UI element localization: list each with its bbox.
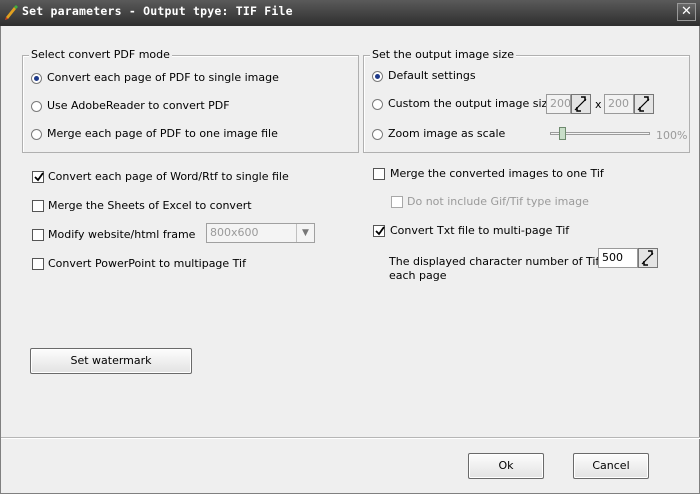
spin-arrows-icon <box>637 96 650 112</box>
app-pencil-icon <box>5 5 18 20</box>
pdf-merge-label: Merge each page of PDF to one image file <box>47 127 278 140</box>
txt-multipage-checkbox[interactable] <box>373 225 385 237</box>
close-button[interactable]: ✕ <box>677 3 696 21</box>
txt-multipage-label: Convert Txt file to multi-page Tif <box>390 224 570 237</box>
custom-height-spin-button[interactable] <box>634 94 654 114</box>
checkmark-icon <box>375 226 385 236</box>
pdf-single-image-label: Convert each page of PDF to single image <box>47 71 279 84</box>
default-settings-label: Default settings <box>388 69 476 82</box>
footer-separator <box>1 437 700 439</box>
char-number-label-line1: The displayed character number of Tif <box>389 255 600 268</box>
image-size-legend: Set the output image size <box>370 48 516 61</box>
pdf-adobereader-label: Use AdobeReader to convert PDF <box>47 99 230 112</box>
default-settings-radio[interactable] <box>372 71 383 82</box>
custom-size-radio[interactable] <box>372 99 383 110</box>
chevron-down-icon[interactable]: ▼ <box>296 224 314 242</box>
window-title: Set parameters - Output tpye: TIF File <box>22 4 293 18</box>
dialog-body: Select convert PDF mode Convert each pag… <box>0 26 700 494</box>
custom-width-spin-button[interactable] <box>571 94 591 114</box>
char-number-label-line2: each page <box>389 269 447 282</box>
website-frame-select[interactable]: 800x600 ▼ <box>206 223 315 243</box>
pdf-merge-radio[interactable] <box>31 129 42 140</box>
merge-tif-checkbox[interactable] <box>373 168 385 180</box>
excel-merge-label: Merge the Sheets of Excel to convert <box>48 199 252 212</box>
word-rtf-checkbox[interactable] <box>32 171 44 183</box>
close-icon: ✕ <box>681 4 692 19</box>
spin-arrows-icon <box>641 250 654 266</box>
pdf-mode-group: Select convert PDF mode Convert each pag… <box>22 48 359 153</box>
powerpoint-label: Convert PowerPoint to multipage Tif <box>48 257 246 270</box>
zoom-scale-value: 100% <box>656 129 688 142</box>
zoom-scale-label: Zoom image as scale <box>388 127 506 140</box>
website-frame-checkbox[interactable] <box>32 229 44 241</box>
image-size-group: Set the output image size Default settin… <box>363 48 690 153</box>
spin-arrows-icon <box>574 96 587 112</box>
char-number-input[interactable]: 500 <box>598 248 638 268</box>
ok-button[interactable]: Ok <box>468 453 544 479</box>
set-watermark-button[interactable]: Set watermark <box>30 348 192 374</box>
custom-size-times-sign: x <box>595 98 602 111</box>
no-gif-tif-checkbox[interactable] <box>391 196 403 208</box>
excel-merge-checkbox[interactable] <box>32 200 44 212</box>
custom-size-label: Custom the output image size <box>388 97 555 110</box>
custom-width-input[interactable]: 200 <box>546 94 571 114</box>
title-bar: Set parameters - Output tpye: TIF File ✕ <box>0 0 700 26</box>
cancel-button[interactable]: Cancel <box>573 453 649 479</box>
website-frame-label: Modify website/html frame <box>48 228 196 241</box>
powerpoint-checkbox[interactable] <box>32 258 44 270</box>
checkmark-icon <box>34 172 44 182</box>
pdf-mode-legend: Select convert PDF mode <box>29 48 172 61</box>
website-frame-value: 800x600 <box>210 226 259 239</box>
pdf-single-image-radio[interactable] <box>31 73 42 84</box>
char-number-spin-button[interactable] <box>638 248 658 268</box>
word-rtf-label: Convert each page of Word/Rtf to single … <box>48 170 289 183</box>
custom-height-input[interactable]: 200 <box>604 94 634 114</box>
no-gif-tif-label: Do not include Gif/Tif type image <box>407 195 589 208</box>
merge-tif-label: Merge the converted images to one Tif <box>390 167 604 180</box>
zoom-scale-radio[interactable] <box>372 129 383 140</box>
zoom-scale-slider-thumb[interactable] <box>559 127 567 140</box>
pdf-adobereader-radio[interactable] <box>31 101 42 112</box>
